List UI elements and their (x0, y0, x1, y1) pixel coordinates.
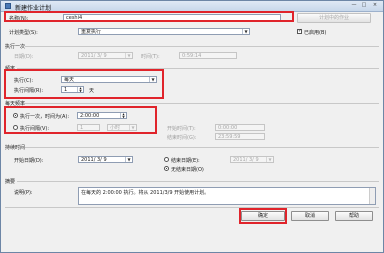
description-label: 说明(P): (14, 190, 33, 196)
start-time-value: 0:00:00 (218, 125, 238, 131)
start-time-field[interactable]: 0:00:00 (215, 124, 265, 131)
daily-frequency-highlight (4, 106, 157, 134)
end-time-field[interactable]: 23:59:59 (215, 133, 265, 140)
daily-frequency-divider (25, 103, 379, 104)
ok-highlight (239, 208, 287, 224)
no-end-date-label: 无结束日期(O) (171, 167, 204, 173)
chevron-down-icon: ▼ (125, 53, 132, 58)
maximize-button[interactable]: □ (359, 2, 369, 9)
duration-end-field[interactable]: 2011/ 3/ 9 ▼ (230, 156, 274, 163)
name-highlight (4, 11, 294, 22)
schedule-type-value: 重复执行 (81, 29, 102, 35)
enabled-checkbox[interactable]: ✓ (297, 29, 302, 34)
chevron-down-icon: ▼ (266, 157, 273, 162)
duration-start-label: 开始日期(D): (14, 158, 44, 164)
frequency-highlight (4, 69, 164, 99)
close-button[interactable]: × (370, 2, 380, 9)
start-time-label: 开始时间(T): (167, 126, 196, 132)
duration-divider (25, 147, 379, 148)
end-time-label: 结束时间(G): (167, 135, 197, 141)
summary-divider (17, 181, 379, 182)
summary-section-header: 摘要 (5, 179, 16, 185)
new-job-schedule-dialog: 新建作业计划 — □ × 名称(N): ceshi4 计划中的作业 计划类型(S… (0, 0, 384, 253)
duration-start-value: 2011/ 3/ 9 (81, 157, 107, 163)
once-date-value: 2011/ 3/ 9 (81, 53, 107, 59)
duration-end-value: 2011/ 3/ 9 (233, 157, 259, 163)
end-time-value: 23:59:59 (218, 134, 241, 140)
once-time-label: 时间(T): (141, 54, 160, 60)
duration-start-field[interactable]: 2011/ 3/ 9 ▼ (78, 156, 133, 163)
jobs-in-schedule-button[interactable]: 计划中的作业 (297, 13, 371, 23)
once-time-field[interactable]: 0:59:14 (179, 52, 237, 59)
once-section-header: 执行一次 (5, 44, 26, 50)
help-button[interactable]: 帮助 (335, 211, 373, 221)
schedule-type-select[interactable]: 重复执行 ▼ (78, 28, 250, 35)
description-value: 在每天的 2:00:00 执行。将从 2011/3/9 开始使用计划。 (81, 190, 210, 196)
once-divider (25, 46, 379, 47)
description-scrollbar[interactable] (369, 188, 375, 204)
once-time-value: 0:59:14 (182, 53, 202, 59)
cancel-button[interactable]: 取消 (291, 211, 329, 221)
enabled-label: 已启用(B) (304, 30, 327, 36)
duration-section-header: 持续时间 (5, 145, 26, 151)
description-textarea[interactable]: 在每天的 2:00:00 执行。将从 2011/3/9 开始使用计划。 (78, 187, 376, 205)
schedule-type-label: 计划类型(S): (9, 30, 38, 36)
once-date-label: 日期(D): (14, 54, 34, 60)
once-date-field[interactable]: 2011/ 3/ 9 ▼ (78, 52, 133, 59)
minimize-button[interactable]: — (349, 2, 359, 9)
window-icon (5, 3, 11, 9)
no-end-date-radio[interactable] (164, 166, 169, 171)
footer-divider (5, 207, 379, 208)
chevron-down-icon: ▼ (125, 157, 132, 162)
chevron-down-icon: ▼ (242, 29, 249, 34)
duration-end-label: 结束日期(E): (171, 158, 200, 164)
end-date-radio[interactable] (164, 157, 169, 162)
